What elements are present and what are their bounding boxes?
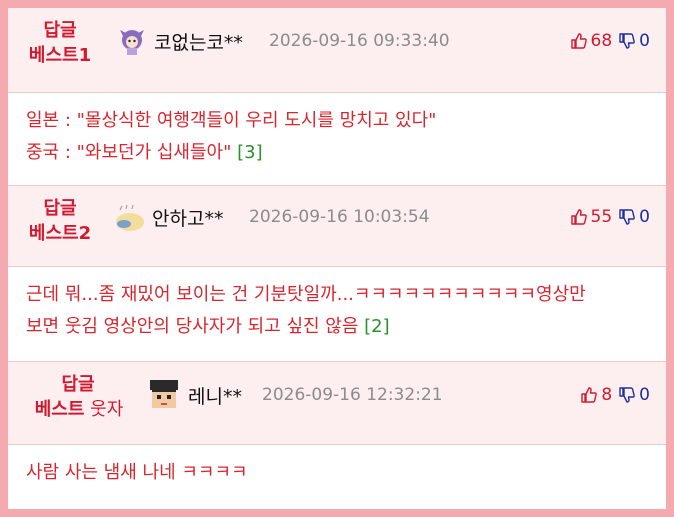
badge-label-bottom: 베스트2 [28, 223, 92, 244]
reply-line: 사람 사는 냄새 나네 ㅋㅋㅋㅋ [26, 462, 248, 483]
best-replies-panel: 답글 베스트1 코없는코** 2026-09-16 09:33:40 68 0 … [0, 0, 674, 517]
reply-header: 답글 베스트1 코없는코** 2026-09-16 09:33:40 68 0 [8, 8, 666, 92]
reply-line: 근데 뭐...좀 재밌어 보이는 건 기분탓일까...ㅋㅋㅋㅋㅋㅋㅋㅋㅋㅋㅋ영상… [26, 284, 586, 305]
thumbs-up-icon[interactable] [570, 208, 588, 226]
downvote-count: 0 [639, 31, 650, 51]
vote-box: 68 0 [570, 31, 650, 51]
reply-line: 보면 웃김 영상안의 당사자가 되고 싶진 않음 [2] [26, 316, 390, 337]
timestamp: 2026-09-16 12:32:21 [262, 385, 443, 405]
badge-label-bottom: 베스트 [34, 399, 85, 420]
avatar[interactable] [146, 378, 182, 414]
upvote-count: 55 [590, 207, 613, 227]
thumbs-up-icon[interactable] [570, 32, 588, 50]
reply-line: 중국 : "와보던가 십새들아" [3] [26, 142, 263, 163]
username[interactable]: 안하고** [152, 204, 223, 231]
reply-content: 근데 뭐...좀 재밌어 보이는 건 기분탓일까...ㅋㅋㅋㅋㅋㅋㅋㅋㅋㅋㅋ영상… [8, 267, 666, 361]
reply-header: 답글 베스트2 안하고** 2026-09-16 10:03:54 55 0 [8, 186, 666, 266]
badge-label-suffix: 웃자 [84, 399, 124, 420]
best-reply-badge: 답글 베스트1 [20, 18, 100, 68]
badge-label-top: 답글 [43, 198, 77, 219]
badge-label-top: 답글 [43, 20, 77, 41]
thumbs-down-icon[interactable] [618, 386, 636, 404]
reply-item: 답글 베스트2 안하고** 2026-09-16 10:03:54 55 0 근… [8, 186, 666, 362]
thumbs-down-icon[interactable] [618, 208, 636, 226]
avatar[interactable] [114, 24, 150, 60]
best-reply-badge: 답글 베스트 웃자 [34, 372, 124, 422]
badge-label-top: 답글 [61, 374, 95, 395]
reply-line: 일본 : "몰상식한 여행객들이 우리 도시를 망치고 있다" [26, 110, 437, 131]
timestamp: 2026-09-16 10:03:54 [249, 207, 430, 227]
reply-item: 답글 베스트 웃자 레니** 2026-09-16 12:32:21 8 0 사… [8, 362, 666, 501]
reply-content: 일본 : "몰상식한 여행객들이 우리 도시를 망치고 있다" 중국 : "와보… [8, 93, 666, 185]
vote-box: 55 0 [570, 207, 650, 227]
reply-count-link[interactable]: [3] [237, 142, 263, 163]
thumbs-up-icon[interactable] [580, 386, 598, 404]
upvote-count: 68 [590, 31, 613, 51]
username[interactable]: 레니** [188, 382, 242, 409]
badge-label-bottom: 베스트1 [28, 45, 92, 66]
avatar[interactable] [112, 200, 148, 236]
reply-header: 답글 베스트 웃자 레니** 2026-09-16 12:32:21 8 0 [8, 362, 666, 444]
timestamp: 2026-09-16 09:33:40 [269, 31, 450, 51]
reply-content: 사람 사는 냄새 나네 ㅋㅋㅋㅋ [8, 445, 666, 501]
thumbs-down-icon[interactable] [618, 32, 636, 50]
best-reply-badge: 답글 베스트2 [20, 196, 100, 246]
vote-box: 8 0 [580, 385, 650, 405]
upvote-count: 8 [601, 385, 613, 405]
downvote-count: 0 [639, 207, 650, 227]
username[interactable]: 코없는코** [154, 28, 243, 55]
reply-item: 답글 베스트1 코없는코** 2026-09-16 09:33:40 68 0 … [8, 8, 666, 186]
downvote-count: 0 [639, 385, 650, 405]
reply-count-link[interactable]: [2] [364, 316, 390, 337]
